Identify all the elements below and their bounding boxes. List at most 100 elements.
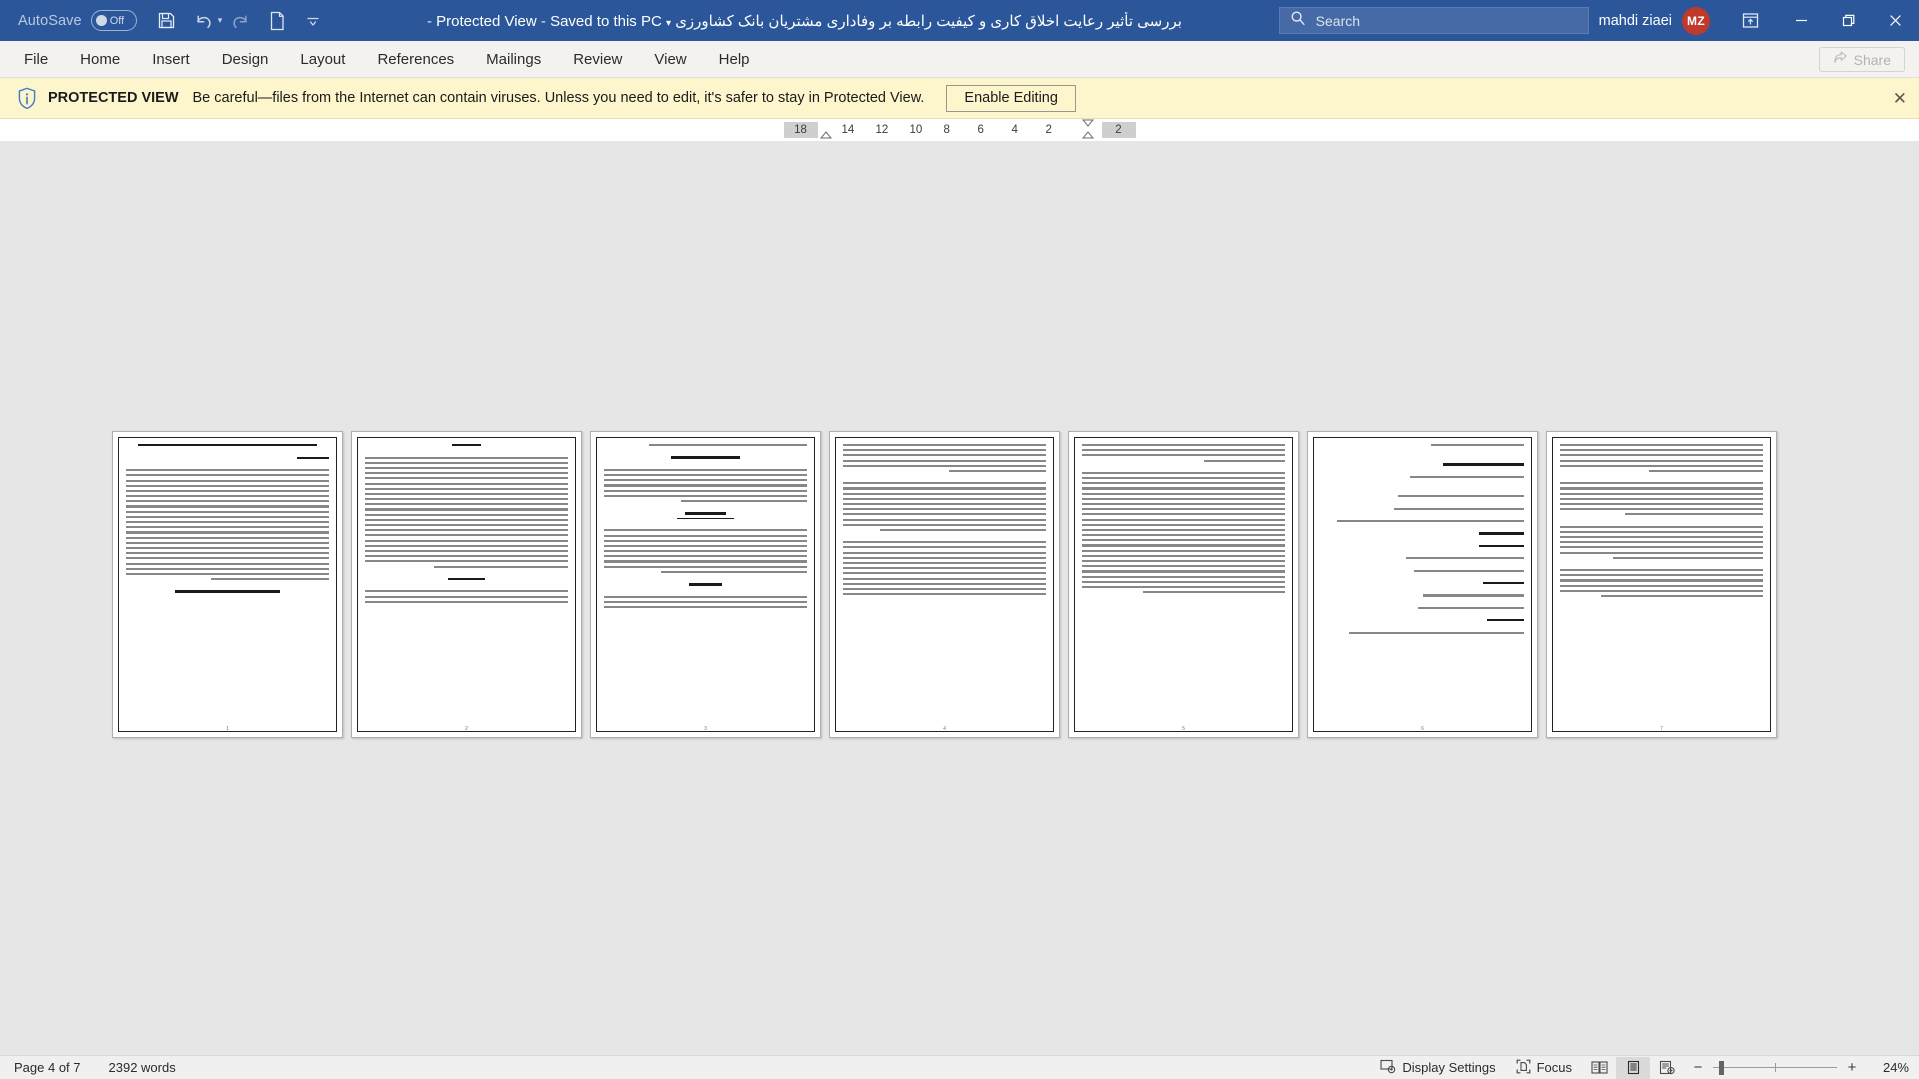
document-page[interactable]: 3 bbox=[590, 431, 821, 738]
share-button[interactable]: Share bbox=[1818, 47, 1905, 72]
document-text-line bbox=[365, 513, 568, 516]
page-content bbox=[365, 444, 568, 721]
ruler-h-number: 10 bbox=[909, 122, 944, 138]
document-text-line bbox=[1560, 459, 1763, 462]
document-text-line bbox=[648, 444, 807, 447]
avatar[interactable]: MZ bbox=[1682, 6, 1710, 35]
document-heading-line bbox=[1483, 581, 1524, 585]
document-text-line bbox=[604, 474, 807, 477]
horizontal-ruler[interactable]: 18 14 12 10 8 6 4 2 2 bbox=[0, 119, 1919, 141]
autosave-toggle[interactable]: Off bbox=[90, 10, 137, 31]
zoom-control[interactable]: − + 24% bbox=[1692, 1059, 1909, 1076]
customize-qat-icon[interactable] bbox=[296, 4, 330, 38]
document-page[interactable]: 5 bbox=[1068, 431, 1299, 738]
page-status[interactable]: Page 4 of 7 bbox=[14, 1060, 81, 1075]
document-text-line bbox=[843, 572, 1046, 575]
document-text-line bbox=[604, 539, 807, 542]
page-number: 3 bbox=[704, 726, 707, 732]
tab-help[interactable]: Help bbox=[703, 41, 766, 78]
zoom-out-button[interactable]: − bbox=[1692, 1059, 1704, 1076]
search-input[interactable]: Search bbox=[1316, 13, 1360, 29]
right-indent-marker[interactable] bbox=[1079, 119, 1102, 138]
zoom-level[interactable]: 24% bbox=[1871, 1060, 1909, 1075]
quick-access-toolbar: ▾ bbox=[150, 4, 331, 38]
document-text-line bbox=[1082, 482, 1285, 485]
print-layout-icon[interactable] bbox=[1616, 1056, 1650, 1079]
document-text-line bbox=[1410, 475, 1524, 479]
document-heading-line bbox=[296, 456, 329, 459]
close-icon[interactable] bbox=[1872, 0, 1919, 41]
document-canvas[interactable]: 1 2 3 4 5 6 7 bbox=[0, 141, 1919, 1055]
ruler-h-number: 8 bbox=[943, 122, 978, 138]
document-text-line bbox=[1414, 569, 1524, 572]
minimize-icon[interactable] bbox=[1778, 0, 1825, 41]
document-text-line bbox=[1082, 554, 1285, 557]
read-mode-icon[interactable] bbox=[1582, 1057, 1616, 1079]
user-name: mahdi ziaei bbox=[1598, 12, 1672, 29]
document-text-line bbox=[1624, 513, 1763, 516]
document-title: بررسی تأثیر رعایت اخلاق کاری و کیفیت راب… bbox=[675, 12, 1182, 30]
document-text-line bbox=[365, 466, 568, 470]
document-page[interactable]: 6 bbox=[1307, 431, 1538, 738]
tab-home[interactable]: Home bbox=[64, 41, 136, 78]
left-indent-marker[interactable] bbox=[817, 122, 842, 139]
share-icon bbox=[1833, 51, 1848, 68]
page-number: 6 bbox=[1421, 726, 1424, 732]
document-text-line bbox=[843, 449, 1046, 452]
tab-layout[interactable]: Layout bbox=[284, 41, 361, 78]
close-icon[interactable]: ✕ bbox=[1893, 90, 1907, 107]
document-heading-line bbox=[138, 444, 317, 447]
ribbon-display-options-icon[interactable] bbox=[1722, 0, 1778, 41]
title-dropdown-icon[interactable]: ▾ bbox=[666, 18, 671, 29]
document-text-line bbox=[604, 565, 807, 568]
document-text-line bbox=[843, 492, 1046, 495]
document-text-line bbox=[1560, 508, 1763, 511]
new-doc-icon[interactable] bbox=[260, 4, 294, 38]
document-text-line bbox=[1082, 497, 1285, 500]
restore-icon[interactable] bbox=[1825, 0, 1872, 41]
undo-icon[interactable] bbox=[186, 4, 220, 38]
document-page[interactable]: 4 bbox=[829, 431, 1060, 738]
protected-view-bar: PROTECTED VIEW Be careful—files from the… bbox=[0, 78, 1919, 119]
zoom-slider-handle[interactable] bbox=[1719, 1060, 1724, 1075]
document-text-line bbox=[1142, 591, 1285, 594]
document-text-line bbox=[660, 570, 807, 573]
page-content bbox=[1560, 444, 1763, 721]
document-text-line bbox=[1082, 492, 1285, 495]
undo-dropdown-icon[interactable]: ▾ bbox=[218, 15, 223, 26]
document-text-line bbox=[604, 489, 807, 492]
tab-insert[interactable]: Insert bbox=[136, 41, 206, 78]
zoom-in-button[interactable]: + bbox=[1846, 1059, 1858, 1076]
tab-references[interactable]: References bbox=[361, 41, 470, 78]
saved-location-status[interactable]: Saved to this PC bbox=[550, 13, 662, 30]
tab-review[interactable]: Review bbox=[557, 41, 638, 78]
web-layout-icon[interactable] bbox=[1650, 1057, 1684, 1079]
document-text-line bbox=[365, 508, 568, 511]
document-text-line bbox=[843, 508, 1046, 511]
document-text-line bbox=[365, 461, 568, 464]
document-page[interactable]: 2 bbox=[351, 431, 582, 738]
document-page[interactable]: 1 bbox=[112, 431, 343, 738]
save-icon[interactable] bbox=[150, 4, 184, 38]
zoom-slider[interactable] bbox=[1713, 1060, 1837, 1075]
ruler-h-number: 14 bbox=[841, 122, 876, 138]
word-count[interactable]: 2392 words bbox=[109, 1060, 176, 1075]
document-text-line bbox=[1082, 544, 1285, 547]
autosave-control[interactable]: AutoSave Off bbox=[18, 10, 137, 31]
account-area[interactable]: mahdi ziaei MZ bbox=[1598, 6, 1710, 35]
display-settings-button[interactable]: Display Settings bbox=[1370, 1056, 1505, 1079]
tab-design[interactable]: Design bbox=[206, 41, 285, 78]
search-box[interactable]: Search bbox=[1278, 7, 1589, 34]
document-text-line bbox=[1406, 557, 1524, 560]
tab-file[interactable]: File bbox=[8, 41, 64, 78]
document-page[interactable]: 7 bbox=[1546, 431, 1777, 738]
redo-icon[interactable] bbox=[224, 4, 258, 38]
focus-button[interactable]: Focus bbox=[1506, 1056, 1582, 1079]
document-text-line bbox=[365, 477, 568, 480]
document-text-line bbox=[365, 555, 568, 558]
document-text-line bbox=[365, 518, 568, 521]
enable-editing-button[interactable]: Enable Editing bbox=[946, 84, 1076, 112]
tab-view[interactable]: View bbox=[638, 41, 702, 78]
document-text-line bbox=[1082, 565, 1285, 568]
tab-mailings[interactable]: Mailings bbox=[470, 41, 557, 78]
